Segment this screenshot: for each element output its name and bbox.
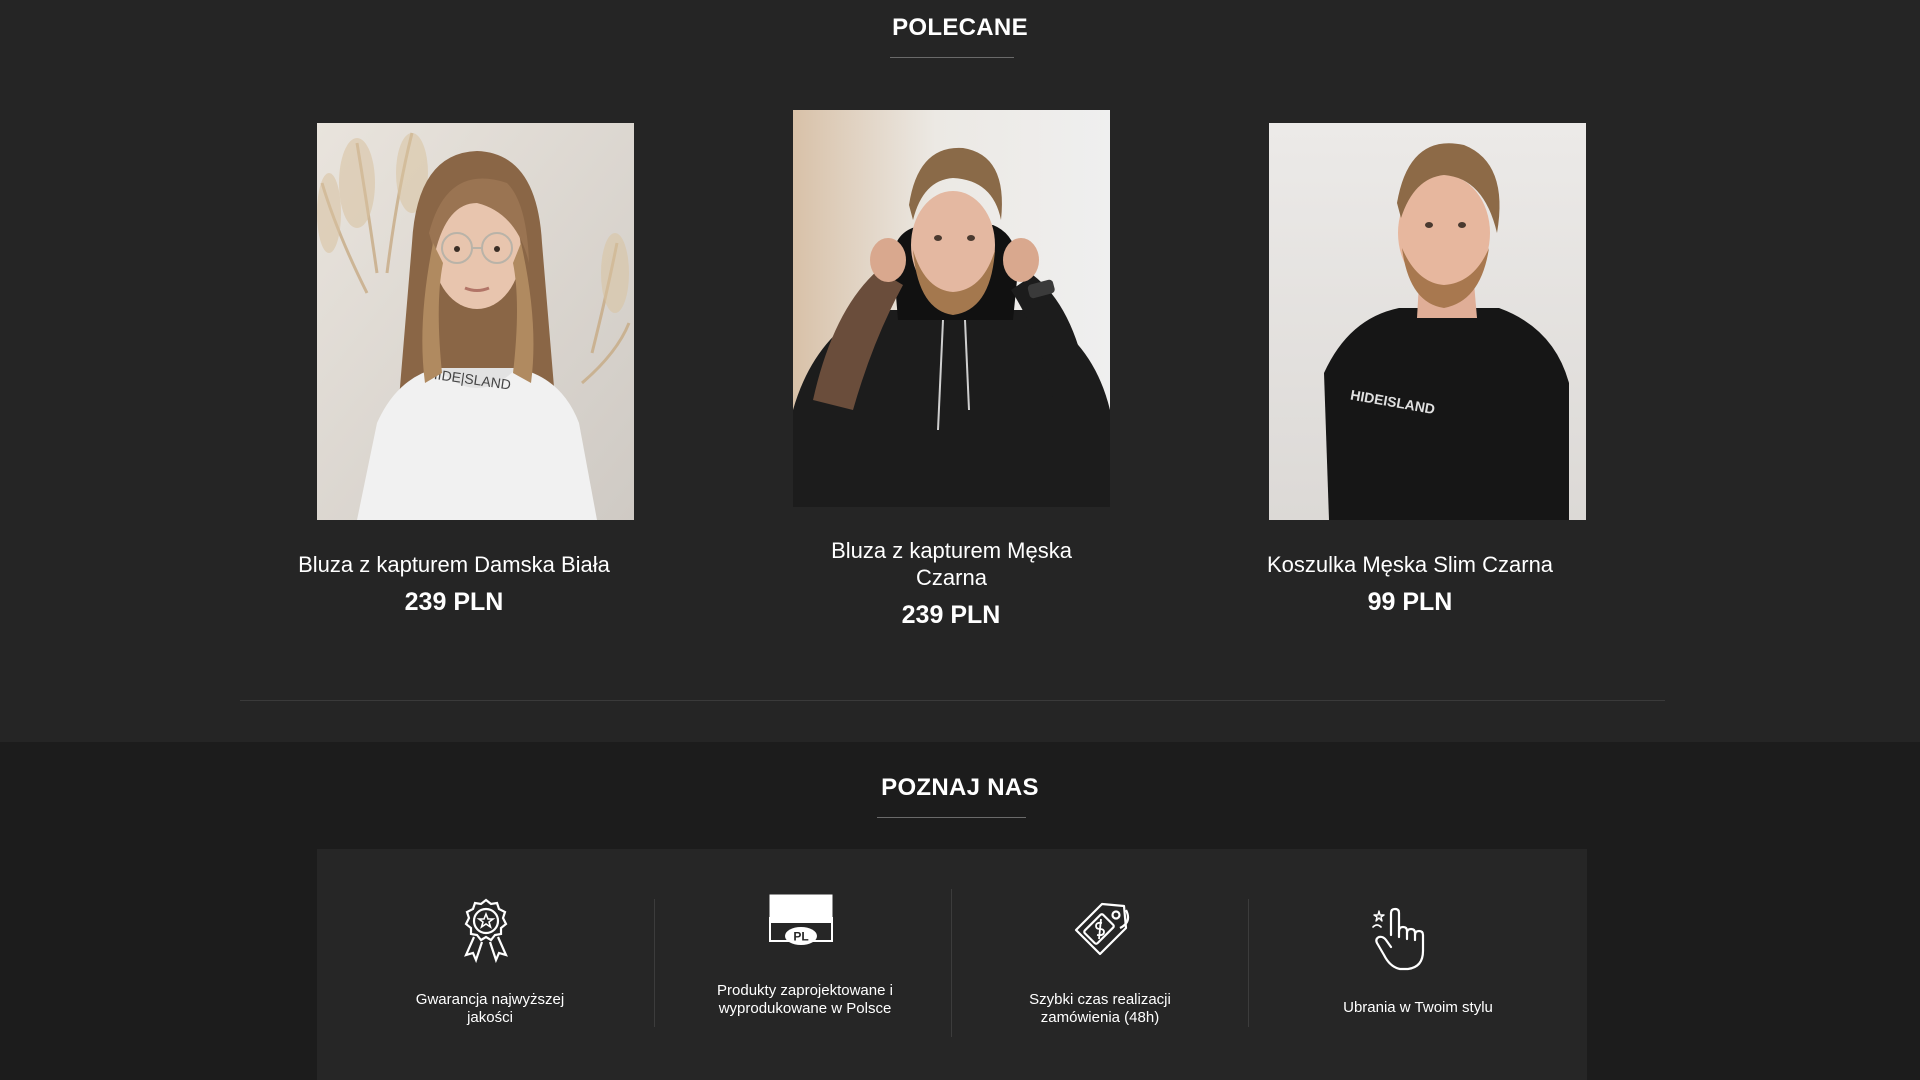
product-price: 99 PLN (1367, 588, 1453, 616)
feature-item: Szybki czas realizacji zamówienia (48h) (952, 849, 1248, 1080)
product-photo-man-black-tshirt[interactable]: HIDEISLAND (1269, 123, 1586, 520)
feature-label: Szybki czas realizacji zamówienia (48h) (1029, 991, 1171, 1026)
product-name[interactable]: Bluza z kapturem Męska Czarna (810, 537, 1093, 591)
section-divider (240, 700, 1665, 701)
about-section: POZNAJ NAS Gwarancja najwyższej jakości (0, 742, 1920, 1080)
feature-label: Gwarancja najwyższej jakości (415, 991, 565, 1026)
award-rosette-icon (456, 897, 516, 968)
product-price: 239 PLN (901, 601, 1001, 629)
featured-title: POLECANE (892, 14, 1028, 41)
product-name[interactable]: Koszulka Męska Slim Czarna (1230, 551, 1590, 578)
about-title: POZNAJ NAS (881, 774, 1039, 801)
product-name[interactable]: Bluza z kapturem Damska Biała (274, 551, 634, 578)
feature-label: Ubrania w Twoim stylu (1343, 999, 1493, 1016)
product-price: 239 PLN (404, 588, 504, 616)
about-title-underline (877, 817, 1026, 818)
product-photo-man-black-hoodie[interactable] (793, 110, 1110, 507)
featured-title-underline (890, 57, 1014, 58)
feature-item: Gwarancja najwyższej jakości (317, 849, 654, 1080)
feature-item: PL Produkty zaprojektowane i wyprodukowa… (655, 849, 951, 1080)
feature-label: Produkty zaprojektowane i wyprodukowane … (717, 982, 893, 1017)
pl-flag-icon: PL (769, 894, 833, 953)
pl-badge: PL (793, 930, 808, 944)
price-tag-icon (1068, 898, 1132, 965)
hand-pointer-icon (1372, 907, 1432, 978)
features-panel: Gwarancja najwyższej jakości PL Produkty… (317, 849, 1587, 1080)
product-photo-woman-white-hoodie[interactable]: HIDE|SLAND (317, 123, 634, 520)
featured-section: POLECANE HIDE|SLAND Bluza z kapturem Dam… (0, 0, 1920, 742)
feature-item: Ubrania w Twoim stylu (1249, 849, 1587, 1080)
